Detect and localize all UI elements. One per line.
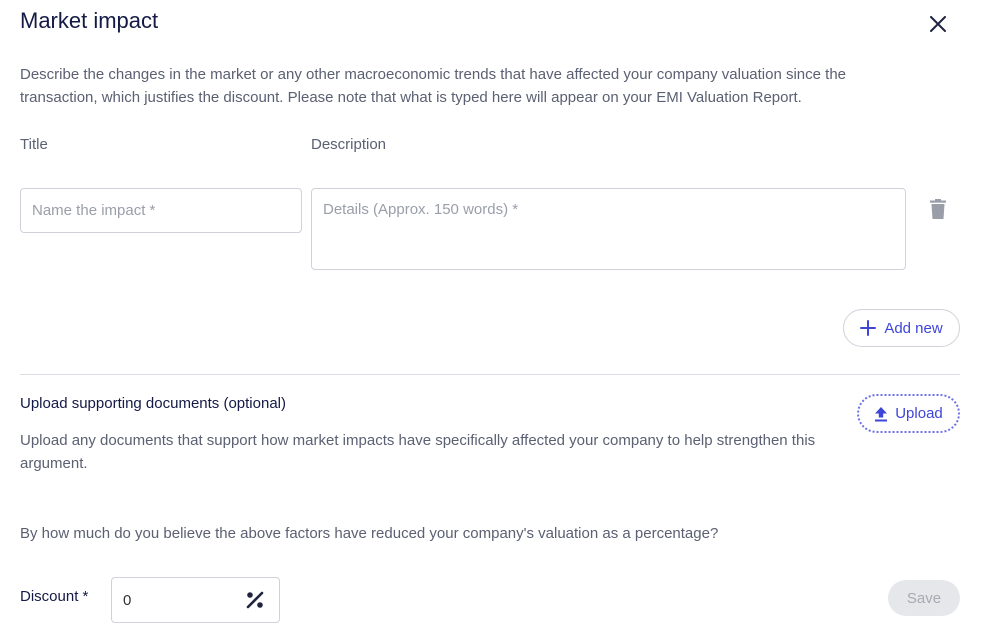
title-column-label: Title (20, 136, 48, 153)
upload-arrow-icon (875, 406, 888, 421)
upload-heading: Upload supporting documents (optional) (20, 395, 286, 412)
trash-icon (930, 199, 946, 219)
upload-description: Upload any documents that support how ma… (20, 432, 816, 472)
market-impact-dialog: Market impact Describe the changes in th… (0, 0, 983, 629)
upload-button-label: Upload (895, 405, 943, 422)
discount-input[interactable] (112, 578, 232, 622)
dialog-intro: Describe the changes in the market or an… (20, 66, 847, 106)
discount-field (111, 577, 280, 623)
add-new-label: Add new (884, 319, 943, 337)
discount-label: Discount * (20, 588, 89, 605)
description-column-label: Description (311, 136, 387, 153)
delete-impact-button[interactable] (926, 196, 950, 222)
section-divider (20, 374, 960, 375)
upload-button[interactable]: Upload (857, 394, 960, 433)
impact-description-textarea[interactable] (311, 188, 906, 270)
close-button[interactable] (924, 10, 952, 38)
add-new-button[interactable]: Add new (843, 309, 960, 347)
save-button[interactable]: Save (888, 580, 960, 616)
impact-title-input[interactable] (20, 188, 302, 233)
plus-icon (860, 320, 877, 336)
dialog-title: Market impact (20, 8, 159, 33)
discount-question: By how much do you believe the above fac… (20, 525, 719, 542)
percent-icon (244, 589, 266, 611)
close-icon (930, 16, 946, 32)
